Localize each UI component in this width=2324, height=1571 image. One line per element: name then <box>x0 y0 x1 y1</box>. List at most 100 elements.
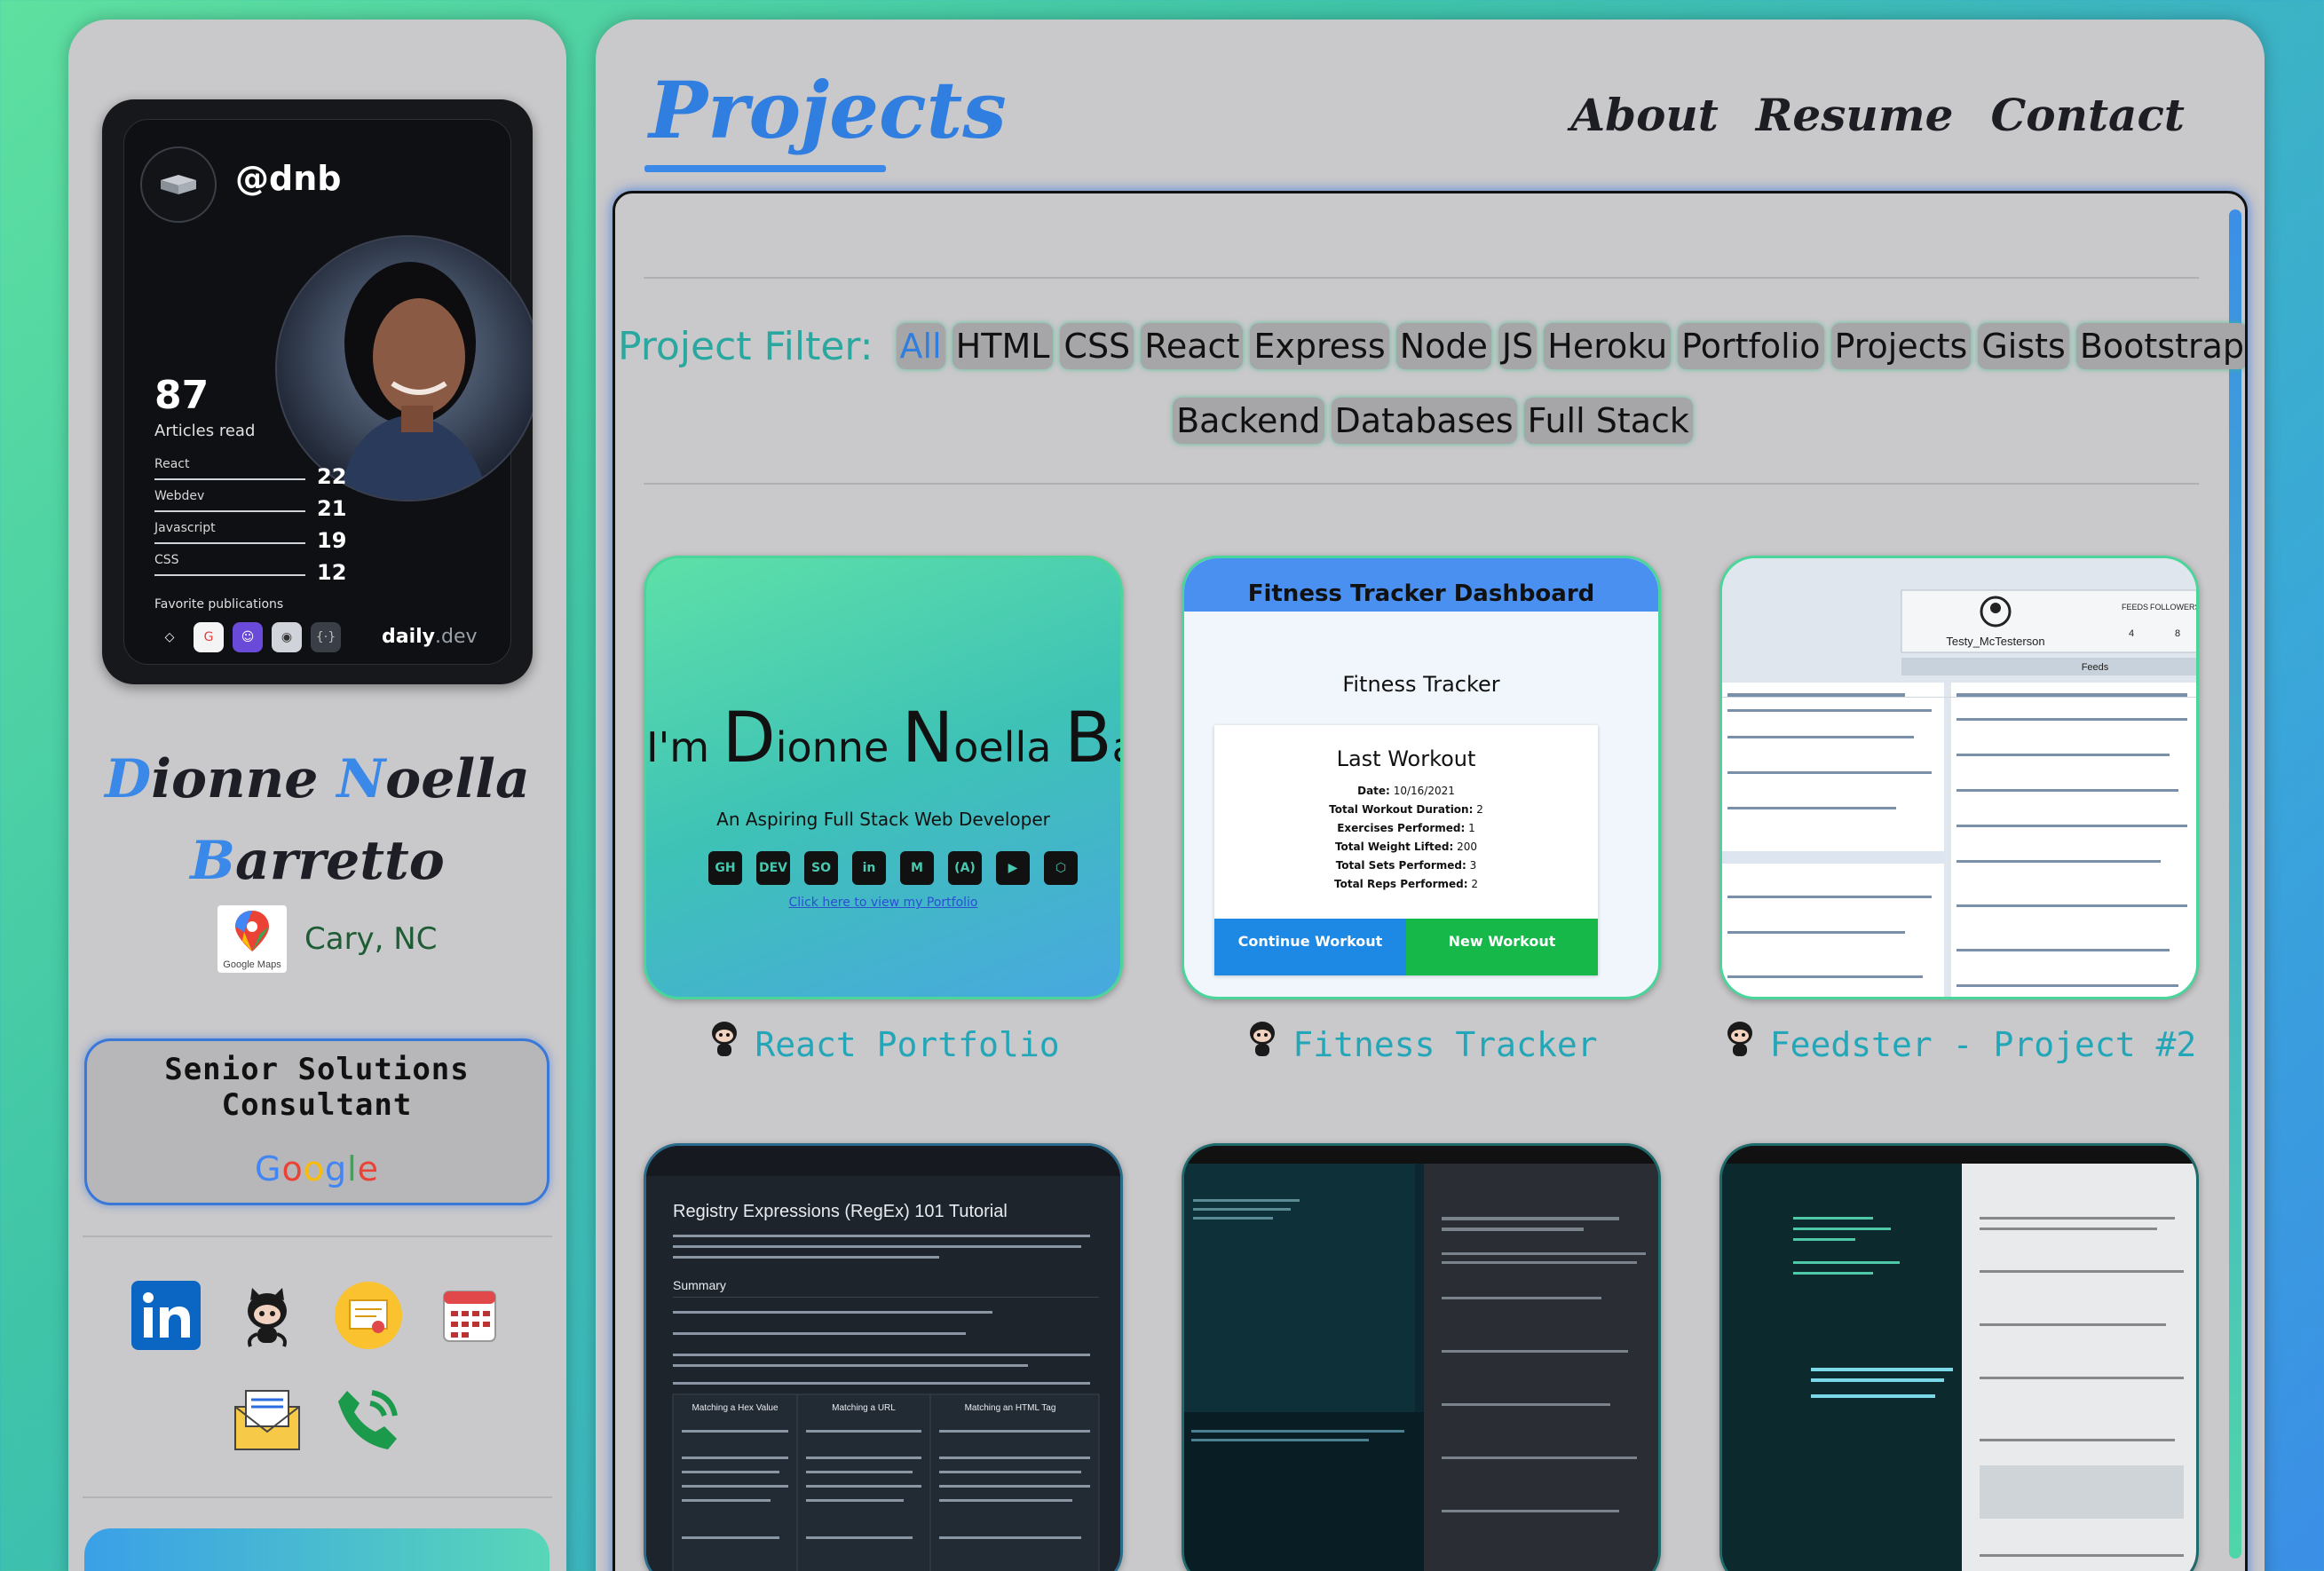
filter-portfolio[interactable]: Portfolio <box>1678 323 1824 369</box>
nav-resume[interactable]: Resume <box>1756 89 1954 141</box>
continue-workout-button: Continue Workout <box>1214 919 1406 975</box>
project-card-ecommerce-backend[interactable] <box>1182 1143 1661 1571</box>
location: Google Maps Cary, NC <box>217 905 437 973</box>
portfolio-tagline: An Aspiring Full Stack Web Developer <box>716 809 1050 830</box>
codepen-icon: ⬡ <box>1044 851 1078 885</box>
page-title: Projects <box>649 64 1007 156</box>
filter-full-stack[interactable]: Full Stack <box>1523 398 1693 444</box>
project-card-employee-cms[interactable] <box>1719 1143 2199 1571</box>
filter-projects[interactable]: Projects <box>1830 323 1972 369</box>
workout-buttons: Continue Workout New Workout <box>1214 919 1598 975</box>
filter-heroku[interactable]: Heroku <box>1544 323 1672 369</box>
project-title-fitness-tracker[interactable]: Fitness Tracker <box>1182 1019 1661 1070</box>
devcard-inner: @dnb 87 Articles read React 22 Webdev 21… <box>123 119 533 665</box>
profile-name: Dionne Noella Barretto <box>68 738 566 902</box>
dailydev-pub-icon: ◇ <box>154 622 185 652</box>
favorite-publications-label: Favorite publications <box>154 597 284 612</box>
sidebar-bottom-button[interactable] <box>84 1528 549 1571</box>
filter-html[interactable]: HTML <box>952 323 1054 369</box>
filter-css[interactable]: CSS <box>1060 323 1134 369</box>
filter-databases[interactable]: Databases <box>1331 398 1517 444</box>
new-workout-button: New Workout <box>1406 919 1598 975</box>
name-initial: B <box>190 830 235 892</box>
nav-contact[interactable]: Contact <box>1990 89 2185 141</box>
employee-cms-screenshot <box>1722 1146 2196 1571</box>
maps-label: Google Maps <box>223 959 281 970</box>
page-title-underline <box>644 165 886 172</box>
divider <box>83 1235 552 1237</box>
stat-css: CSS 12 <box>154 553 354 585</box>
nav-about[interactable]: About <box>1570 89 1719 141</box>
youtube-icon: ▶ <box>996 851 1030 885</box>
filter-react[interactable]: React <box>1141 323 1244 369</box>
calendar-icon[interactable] <box>434 1280 505 1351</box>
project-card-fitness-tracker[interactable]: Fitness Tracker Dashboard Fitness Tracke… <box>1182 556 1661 999</box>
articles-count: 87 <box>154 373 209 418</box>
feedster-screenshot: Testy_McTesterson FEEDS FOLLOWERS 4 8 Fe… <box>1722 558 2196 997</box>
name-part: arretto <box>234 830 445 892</box>
location-text: Cary, NC <box>304 921 438 957</box>
brand-name: daily <box>382 626 436 648</box>
filter-backend[interactable]: Backend <box>1173 398 1324 444</box>
github-icon: GH <box>708 851 742 885</box>
stat-value: 21 <box>317 496 347 521</box>
stat-label: Javascript <box>154 521 216 535</box>
job-title: Senior Solutions Consultant <box>164 1052 470 1123</box>
project-filter-label: Project Filter: <box>617 323 873 369</box>
github-icon[interactable] <box>232 1280 303 1351</box>
svg-text:Matching an HTML Tag: Matching an HTML Tag <box>965 1403 1056 1413</box>
svg-text:Summary: Summary <box>673 1278 726 1292</box>
svg-text:Matching a Hex Value: Matching a Hex Value <box>692 1403 779 1413</box>
filter-node[interactable]: Node <box>1395 323 1491 369</box>
linkedin-icon[interactable] <box>130 1280 202 1351</box>
project-card-feedster[interactable]: Testy_McTesterson FEEDS FOLLOWERS 4 8 Fe… <box>1719 556 2199 999</box>
divider <box>83 1496 552 1498</box>
google-logo: Google <box>254 1149 380 1188</box>
certificate-icon[interactable] <box>333 1280 404 1351</box>
google-maps-icon[interactable]: Google Maps <box>217 905 287 973</box>
svg-text:Matching a URL: Matching a URL <box>832 1403 896 1413</box>
project-card-regex-tutorial[interactable]: Registry Expressions (RegEx) 101 Tutoria… <box>644 1143 1123 1571</box>
filter-express[interactable]: Express <box>1250 323 1389 369</box>
stackoverflow-icon: SO <box>804 851 838 885</box>
stat-label: Webdev <box>154 489 205 503</box>
top-nav: About Resume Contact <box>1570 89 2185 141</box>
ecommerce-screenshot <box>1184 1146 1658 1571</box>
fitness-subtitle: Fitness Tracker <box>1342 672 1500 697</box>
divider <box>644 483 2199 485</box>
filter-bootstrap[interactable]: Bootstrap <box>2075 323 2245 369</box>
project-title-react-portfolio[interactable]: React Portfolio <box>644 1019 1123 1070</box>
linkedin-icon: in <box>852 851 886 885</box>
social-links-row-1 <box>130 1280 505 1351</box>
main-panel: Projects About Resume Contact Project Fi… <box>596 20 2265 1571</box>
brand-suffix: .dev <box>435 626 478 648</box>
devcard[interactable]: @dnb 87 Articles read React 22 Webdev 21… <box>102 99 533 684</box>
filter-gists[interactable]: Gists <box>1978 323 2069 369</box>
devcard-logo-icon <box>140 146 217 223</box>
project-title-text: Feedster - Project #2 <box>1769 1024 2197 1064</box>
projects-container: Project Filter: All HTML CSS React Expre… <box>613 191 2248 1571</box>
articles-label: Articles read <box>154 422 256 440</box>
email-icon[interactable] <box>232 1383 303 1454</box>
project-card-react-portfolio[interactable]: I'm Dionne Noella Ba An Aspiring Full St… <box>644 556 1123 999</box>
name-part: ionne <box>151 748 337 810</box>
phone-icon[interactable] <box>333 1383 404 1454</box>
github-octocat-icon <box>1722 1019 1758 1070</box>
project-title-feedster[interactable]: Feedster - Project #2 <box>1719 1019 2199 1070</box>
stat-value: 22 <box>317 464 347 489</box>
google-pub-icon: G <box>194 622 224 652</box>
regex-screenshot: Registry Expressions (RegEx) 101 Tutoria… <box>646 1146 1120 1571</box>
dailydev-logo: daily.dev <box>382 626 478 648</box>
job-card[interactable]: Senior Solutions Consultant Google <box>84 1038 549 1205</box>
stat-react: React 22 <box>154 457 354 489</box>
github-octocat-icon <box>707 1019 742 1070</box>
filter-all[interactable]: All <box>896 323 945 369</box>
svg-text:Testy_McTesterson: Testy_McTesterson <box>1946 635 2044 648</box>
circle-pub-icon: ◉ <box>272 622 302 652</box>
stat-label: CSS <box>154 553 179 567</box>
portfolio-icon-row: GH DEV SO in M (A) ▶ ⬡ <box>708 851 1078 885</box>
name-initial: N <box>336 748 386 810</box>
filter-js[interactable]: JS <box>1498 323 1537 369</box>
last-workout-title: Last Workout <box>1336 746 1476 771</box>
project-filter-row-2: Backend Databases Full Stack <box>615 398 2245 444</box>
